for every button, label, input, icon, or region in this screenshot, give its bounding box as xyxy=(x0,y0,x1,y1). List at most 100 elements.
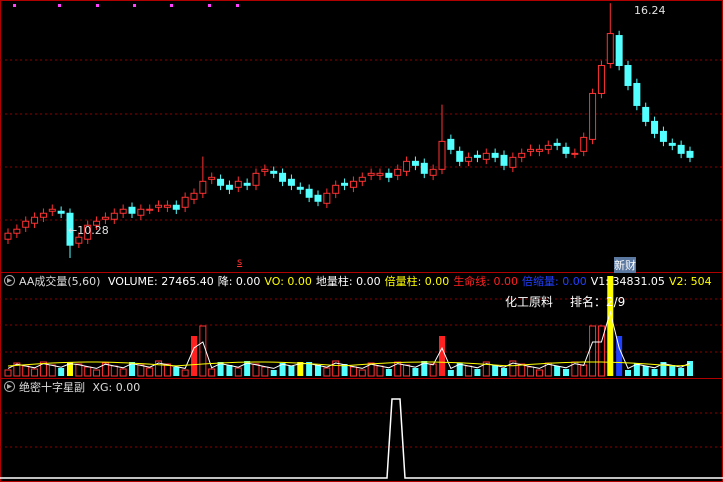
volume-bar xyxy=(58,368,65,376)
candle-body xyxy=(491,152,499,158)
expand-toggle-icon[interactable] xyxy=(4,275,15,286)
candle-body xyxy=(48,208,56,212)
volume-bar xyxy=(403,364,411,377)
high-price-label: 16.24 xyxy=(634,4,666,17)
volume-stat-6: 倍缩量: 0.00 xyxy=(522,275,587,288)
candle-body xyxy=(110,212,118,220)
candle-body xyxy=(633,82,641,106)
candle-body xyxy=(420,162,428,174)
news-marker[interactable]: 新财 xyxy=(614,257,636,273)
volume-stat-8: V2: 504 xyxy=(668,275,712,288)
candle-body xyxy=(456,150,464,162)
candle-body xyxy=(500,154,508,166)
candle-body xyxy=(314,194,322,202)
candle-body xyxy=(615,35,623,67)
candle-body xyxy=(394,168,402,176)
volume-panel-header: AA成交量(5,60) VOLUME: 27465.40 降: 0.00 VO: 0… xyxy=(4,275,720,289)
volume-bar xyxy=(439,336,445,376)
volume-bar xyxy=(4,369,12,377)
top-marker-5 xyxy=(208,4,211,7)
candle-body xyxy=(624,65,632,86)
candle-body xyxy=(509,156,517,168)
candle-body xyxy=(677,144,685,154)
volume-bar xyxy=(75,363,83,377)
candle-body xyxy=(332,184,340,194)
candle-body xyxy=(225,184,233,190)
candle-body xyxy=(535,148,543,152)
top-marker-3 xyxy=(133,4,136,7)
candle-body xyxy=(385,172,393,178)
candle-body xyxy=(119,208,127,214)
candle-body xyxy=(128,206,136,214)
candle-body xyxy=(447,138,455,150)
volume-stat-1: 降: 0.00 xyxy=(217,275,261,288)
volume-bar xyxy=(315,365,321,376)
xg-signal-line xyxy=(0,398,723,479)
candle-body xyxy=(39,212,47,218)
candle-body xyxy=(243,182,251,186)
volume-bar xyxy=(173,367,180,376)
volume-bar xyxy=(518,363,526,377)
volume-stat-3: 地量柱: 0.00 xyxy=(315,275,381,288)
candle-body xyxy=(482,152,490,160)
candle-body xyxy=(261,168,269,172)
volume-stat-7: V1: 34831.05 xyxy=(590,275,665,288)
candle-body xyxy=(155,204,163,208)
volume-bar xyxy=(146,367,154,377)
top-marker-4 xyxy=(170,4,173,7)
volume-bar xyxy=(234,367,242,377)
arrow-left-icon: ← xyxy=(68,224,78,237)
expand-toggle-icon-2[interactable] xyxy=(4,381,15,392)
signal-panel-header: 绝密十字星副 XG: 0.00 xyxy=(4,381,144,395)
candlestick-series[interactable] xyxy=(4,3,694,258)
candle-body xyxy=(527,148,535,152)
volume-bar xyxy=(119,368,127,377)
candle-body xyxy=(234,180,242,188)
candle-body xyxy=(465,156,473,162)
stock-chart[interactable] xyxy=(0,0,723,482)
candle-body xyxy=(589,92,597,140)
volume-bar xyxy=(323,367,331,377)
candle-body xyxy=(137,208,145,216)
candle-body xyxy=(668,142,676,146)
volume-bar xyxy=(261,366,269,377)
candle-body xyxy=(75,236,83,244)
volume-bar xyxy=(31,368,39,377)
volume-bar xyxy=(669,365,676,376)
volume-bar xyxy=(288,366,295,376)
candle-body xyxy=(642,106,650,122)
volume-bar xyxy=(580,364,588,377)
volume-bar xyxy=(137,364,145,377)
volume-bar xyxy=(110,365,118,377)
candle-body xyxy=(571,152,579,155)
low-price-label: ←10.28 xyxy=(68,224,109,237)
industry-label: 化工原料 xyxy=(505,295,554,309)
volume-bar xyxy=(607,276,614,376)
moving-average-lines xyxy=(7,310,691,370)
signal-line xyxy=(0,398,723,479)
candle-body xyxy=(31,216,39,224)
volume-bar xyxy=(678,368,685,376)
volume-bar xyxy=(385,369,392,376)
candle-body xyxy=(208,176,216,180)
candle-body xyxy=(190,192,198,200)
candle-body xyxy=(358,176,366,182)
s-marker[interactable]: s xyxy=(237,257,242,268)
candle-body xyxy=(323,192,331,204)
candle-body xyxy=(270,170,278,174)
candle-body xyxy=(13,228,21,234)
volume-stat-0: VOLUME: 27465.40 xyxy=(107,275,214,288)
volume-bar xyxy=(492,365,499,376)
candle-body xyxy=(146,208,154,211)
volume-bar xyxy=(349,366,357,377)
volume-bar xyxy=(208,368,216,377)
volume-stat-5: 生命线: 0.00 xyxy=(453,275,519,288)
volume-bar xyxy=(48,364,56,377)
candle-body xyxy=(659,130,667,142)
candle-body xyxy=(305,188,313,198)
volume-bar xyxy=(93,369,101,377)
candle-body xyxy=(367,172,375,176)
top-marker-0 xyxy=(13,4,16,7)
volume-bar xyxy=(191,336,197,376)
candle-body xyxy=(562,146,570,154)
